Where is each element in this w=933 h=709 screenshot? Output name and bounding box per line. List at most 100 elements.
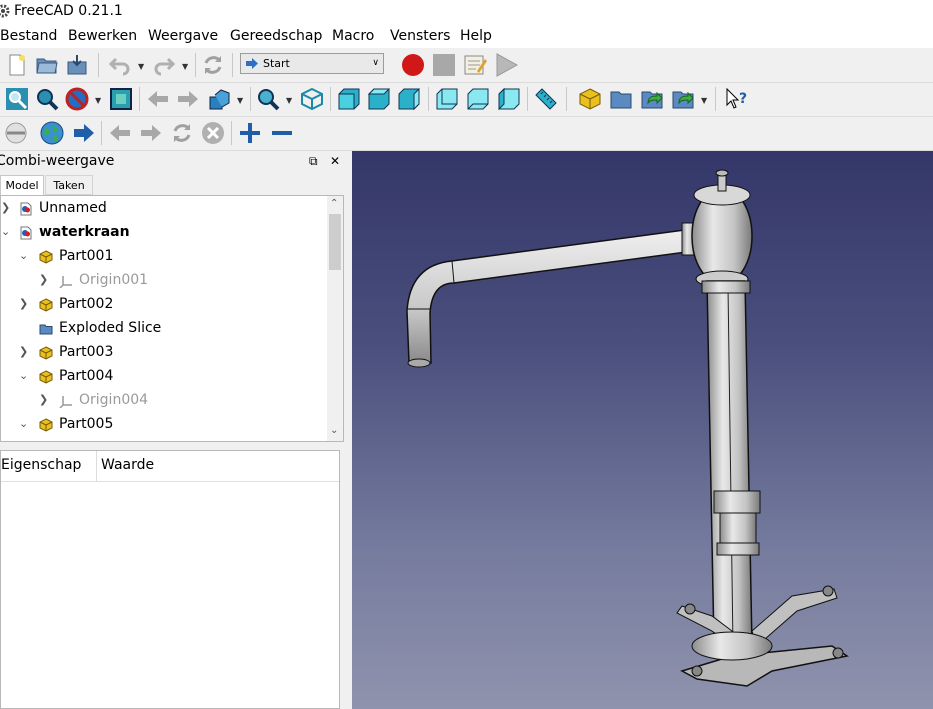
web-open-arrow-icon[interactable] xyxy=(72,121,96,145)
column-divider[interactable] xyxy=(96,451,97,481)
toolbar-separator xyxy=(428,87,429,111)
fit-all-icon[interactable] xyxy=(5,87,29,111)
tree-item-label: Part003 xyxy=(59,344,114,360)
view-top-icon[interactable] xyxy=(367,87,391,111)
refresh-icon[interactable] xyxy=(201,53,225,77)
sync-view-icon[interactable] xyxy=(207,87,231,111)
new-document-icon[interactable] xyxy=(5,53,29,77)
create-part-icon[interactable] xyxy=(578,87,602,111)
toolbar-separator xyxy=(232,53,233,77)
record-macro-icon[interactable] xyxy=(401,53,425,77)
tab-taken[interactable]: Taken xyxy=(45,175,93,195)
fit-selection-icon[interactable] xyxy=(35,87,59,111)
view-left-icon[interactable] xyxy=(497,87,521,111)
toolbar-view: ▼ ▼ ▼ ▼ ? xyxy=(0,83,933,117)
tab-model[interactable]: Model xyxy=(0,175,44,195)
faucet-model[interactable] xyxy=(352,151,933,709)
undock-icon[interactable]: ⧉ xyxy=(309,154,318,169)
menu-bestand[interactable]: Bestand xyxy=(0,28,57,44)
menu-weergave[interactable]: Weergave xyxy=(148,28,218,44)
workbench-selector[interactable]: Start ∨ xyxy=(240,53,384,74)
web-stop-icon[interactable] xyxy=(201,121,225,145)
link-actions-icon[interactable] xyxy=(671,87,695,111)
undo-icon[interactable] xyxy=(108,53,132,77)
tree-item-label: Unnamed xyxy=(39,200,107,216)
tree-item-part003[interactable]: ❯ Part003 xyxy=(1,341,327,365)
web-forward-icon[interactable] xyxy=(139,121,163,145)
sync-view-dropdown-icon[interactable]: ▼ xyxy=(237,96,243,105)
close-icon[interactable]: ✕ xyxy=(330,154,340,168)
stop-macro-icon[interactable] xyxy=(432,53,456,77)
whats-this-icon[interactable]: ? xyxy=(725,87,749,111)
menu-vensters[interactable]: Vensters xyxy=(390,28,450,44)
web-refresh-icon[interactable] xyxy=(170,121,194,145)
value-column-header[interactable]: Waarde xyxy=(101,457,154,473)
arrow-left-icon[interactable] xyxy=(146,87,170,111)
redo-dropdown-icon[interactable]: ▼ xyxy=(182,62,188,71)
arrow-right-icon[interactable] xyxy=(176,87,200,111)
toolbar-separator xyxy=(566,87,567,111)
link-actions-dropdown-icon[interactable]: ▼ xyxy=(701,96,707,105)
3d-viewport[interactable] xyxy=(352,151,933,709)
panel-splitter[interactable] xyxy=(344,151,352,709)
tree-item-part002[interactable]: ❯ Part002 xyxy=(1,293,327,317)
scrollbar-thumb[interactable] xyxy=(329,214,341,270)
edit-macro-icon[interactable] xyxy=(463,53,487,77)
undo-dropdown-icon[interactable]: ▼ xyxy=(138,62,144,71)
open-folder-icon[interactable] xyxy=(35,53,59,77)
tree-item-part005[interactable]: ⌄ Part005 xyxy=(1,413,327,437)
tree-item-part001[interactable]: ⌄ Part001 xyxy=(1,245,327,269)
clipping-icon[interactable] xyxy=(4,121,28,145)
zoom-icon[interactable] xyxy=(256,87,280,111)
property-column-header[interactable]: Eigenschap xyxy=(1,457,81,473)
collapse-arrow-icon[interactable]: ⌄ xyxy=(1,225,10,238)
expand-arrow-icon[interactable]: ❯ xyxy=(19,297,28,310)
svg-text:?: ? xyxy=(739,91,747,107)
menu-help[interactable]: Help xyxy=(460,28,492,44)
zoom-out-icon[interactable] xyxy=(270,121,294,145)
zoom-dropdown-icon[interactable]: ▼ xyxy=(286,96,292,105)
menu-bewerken[interactable]: Bewerken xyxy=(68,28,137,44)
menu-gereedschap[interactable]: Gereedschap xyxy=(230,28,322,44)
expand-arrow-icon[interactable]: ❯ xyxy=(39,273,48,286)
create-group-icon[interactable] xyxy=(609,87,633,111)
tree-item-unnamed[interactable]: ❯ Unnamed xyxy=(1,197,327,221)
collapse-arrow-icon[interactable]: ⌄ xyxy=(19,417,28,430)
expand-arrow-icon[interactable]: ❯ xyxy=(19,345,28,358)
tree-item-part004[interactable]: ⌄ Part004 xyxy=(1,365,327,389)
scroll-down-icon[interactable]: ⌄ xyxy=(330,425,338,436)
collapse-arrow-icon[interactable]: ⌄ xyxy=(19,369,28,382)
view-bottom-icon[interactable] xyxy=(466,87,490,111)
collapse-arrow-icon[interactable]: ⌄ xyxy=(19,249,28,262)
toolbar-separator xyxy=(527,87,528,111)
scroll-up-icon[interactable]: ⌃ xyxy=(330,198,338,209)
menu-macro[interactable]: Macro xyxy=(332,28,374,44)
tree-item-origin004[interactable]: ❯ Origin004 xyxy=(1,389,327,413)
tree-scrollbar[interactable]: ⌃ ⌄ xyxy=(327,196,343,441)
expand-arrow-icon[interactable]: ❯ xyxy=(39,393,48,406)
origin-icon xyxy=(59,396,72,408)
tree-item-label: Origin004 xyxy=(79,392,149,408)
view-right-icon[interactable] xyxy=(397,87,421,111)
run-macro-icon[interactable] xyxy=(494,53,518,77)
bounding-box-icon[interactable] xyxy=(109,87,133,111)
make-link-icon[interactable] xyxy=(640,87,664,111)
redo-icon[interactable] xyxy=(152,53,176,77)
tree-item-origin001[interactable]: ❯ Origin001 xyxy=(1,269,327,293)
save-icon[interactable] xyxy=(65,53,89,77)
measure-icon[interactable] xyxy=(534,87,558,111)
part-icon xyxy=(39,298,53,312)
view-isometric-icon[interactable] xyxy=(300,87,324,111)
draw-style-dropdown-icon[interactable]: ▼ xyxy=(95,96,101,105)
web-back-icon[interactable] xyxy=(108,121,132,145)
expand-arrow-icon[interactable]: ❯ xyxy=(1,201,10,214)
tree-item-label: Part004 xyxy=(59,368,114,384)
zoom-in-icon[interactable] xyxy=(238,121,262,145)
web-globe-icon[interactable] xyxy=(40,121,64,145)
tree-item-label: Part001 xyxy=(59,248,114,264)
view-rear-icon[interactable] xyxy=(435,87,459,111)
tree-item-waterkraan[interactable]: ⌄ waterkraan xyxy=(1,221,327,245)
tree-item-exploded-slice[interactable]: Exploded Slice xyxy=(1,317,327,341)
draw-style-icon[interactable] xyxy=(65,87,89,111)
view-front-icon[interactable] xyxy=(337,87,361,111)
